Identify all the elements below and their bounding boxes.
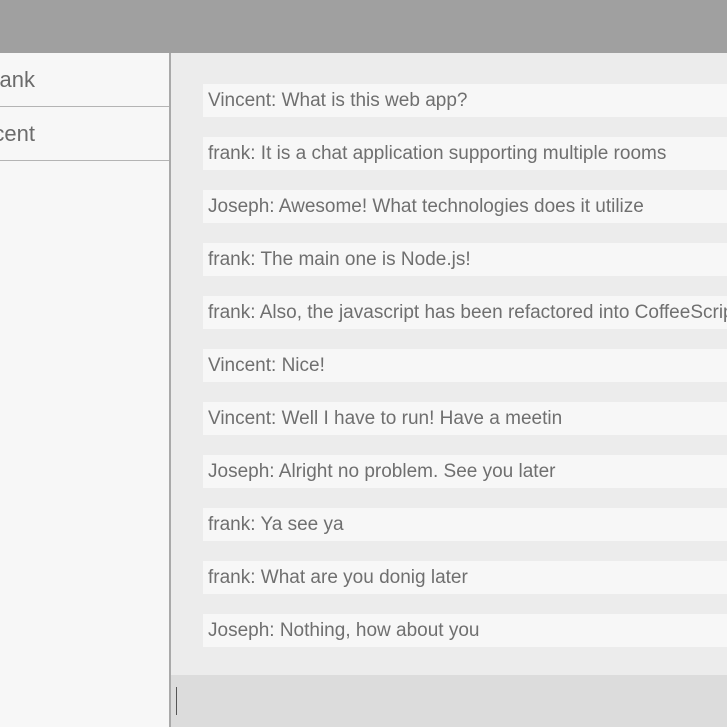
message-list: Vincent: What is this web app? frank: It… [203, 84, 727, 667]
chat-message: Joseph: Alright no problem. See you late… [203, 455, 727, 488]
chat-message: frank: Also, the javascript has been ref… [203, 296, 727, 329]
user-list-item[interactable]: Vincent [0, 107, 169, 161]
chat-message: Joseph: Awesome! What technologies does … [203, 190, 727, 223]
chat-message-area[interactable]: Vincent: What is this web app? frank: It… [171, 53, 727, 675]
chat-message: Joseph: Nothing, how about you [203, 614, 727, 647]
user-list-item[interactable]: frank [0, 53, 169, 107]
chat-message: frank: It is a chat application supporti… [203, 137, 727, 170]
top-bar [0, 0, 727, 53]
chat-message: frank: Ya see ya [203, 508, 727, 541]
text-cursor [176, 687, 177, 715]
chat-message: Vincent: Nice! [203, 349, 727, 382]
chat-message: Vincent: Well I have to run! Have a meet… [203, 402, 727, 435]
chat-message: frank: What are you donig later [203, 561, 727, 594]
user-list-sidebar: frank Vincent [0, 53, 171, 727]
chat-message: Vincent: What is this web app? [203, 84, 727, 117]
user-name: frank [0, 67, 35, 92]
chat-message: frank: The main one is Node.js! [203, 243, 727, 276]
user-name: Vincent [0, 121, 35, 146]
message-input[interactable] [171, 675, 727, 727]
